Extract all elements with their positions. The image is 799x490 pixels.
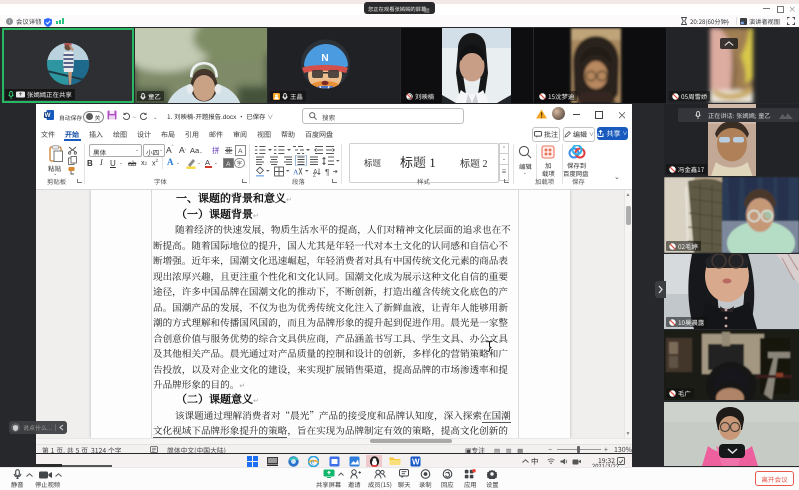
svg-text:Z: Z <box>313 173 316 177</box>
svg-text:A: A <box>293 167 299 176</box>
svg-text:e: e <box>311 457 315 466</box>
svg-text:¶: ¶ <box>325 167 330 177</box>
svg-text:N: N <box>321 53 328 64</box>
svg-text:W: W <box>45 112 51 119</box>
svg-text:W: W <box>412 457 420 466</box>
